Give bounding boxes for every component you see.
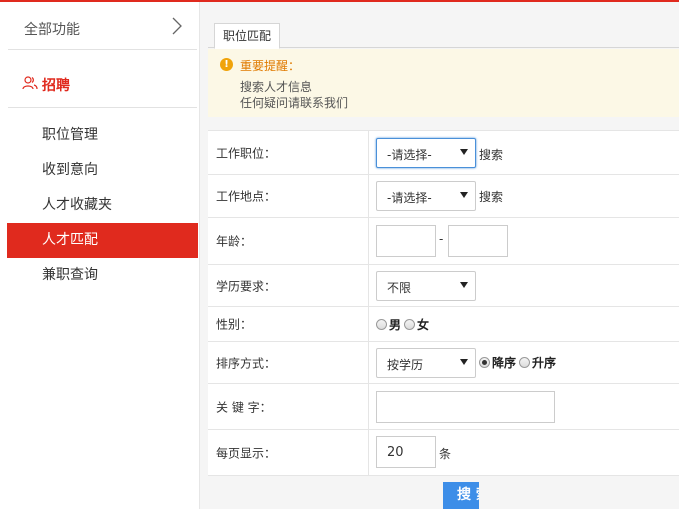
dropdown-arrow-icon [460, 359, 468, 365]
sort-select[interactable]: 按学历 [376, 348, 476, 378]
gender-male-label[interactable]: 男 [389, 316, 401, 333]
dropdown-arrow-icon [460, 282, 468, 288]
age-separator: - [439, 232, 444, 246]
search-form: 工作职位： -请选择- 搜索 工作地点： -请选择- 搜索 年龄： - 学历要求… [208, 130, 679, 476]
sort-label: 排序方式： [216, 356, 277, 370]
tab-job-matching[interactable]: 职位匹配 [214, 23, 281, 49]
sidebar-item-talent-matching[interactable]: 人才匹配 [7, 223, 198, 258]
notice-line: 任何疑问请联系我们 [240, 96, 349, 110]
per-page-unit: 条 [439, 447, 452, 461]
form-row-job: 工作职位： -请选择- 搜索 [208, 131, 679, 175]
form-row-keyword: 关 键 字： [208, 384, 679, 430]
sidebar: 全部功能 招聘 职位管理 收到意向 人才收藏夹 人才匹配 兼职查询 [0, 2, 200, 509]
sort-select-value: 按学历 [387, 358, 424, 372]
tab-bar: 职位匹配 [208, 22, 679, 49]
sidebar-item-talent-favorites[interactable]: 人才收藏夹 [7, 188, 198, 223]
warning-icon: ! [220, 58, 233, 71]
job-label: 工作职位： [216, 146, 277, 160]
dropdown-arrow-icon [460, 149, 468, 155]
search-button[interactable]: 搜 索 [443, 482, 479, 509]
sort-desc-radio[interactable] [479, 357, 490, 368]
gender-male-radio[interactable] [376, 319, 387, 330]
main-content: 职位匹配 ! 重要提醒： 搜索人才信息 任何疑问请联系我们 工作职位： -请选择… [200, 2, 679, 509]
notice-title: 重要提醒： [240, 59, 301, 73]
location-label: 工作地点： [216, 189, 277, 204]
keyword-label: 关 键 字： [216, 400, 272, 414]
sidebar-item-part-time-search[interactable]: 兼职查询 [7, 258, 198, 293]
job-select-value: -请选择- [387, 148, 432, 162]
recruit-section-title: 招聘 [42, 78, 70, 94]
sidebar-item-received-intentions[interactable]: 收到意向 [7, 153, 198, 188]
age-label: 年龄： [216, 234, 253, 249]
notice-box: ! 重要提醒： 搜索人才信息 任何疑问请联系我们 [208, 49, 679, 117]
sort-asc-label[interactable]: 升序 [532, 354, 556, 371]
form-row-gender: 性别： 男 女 [208, 307, 679, 342]
form-row-age: 年龄： - [208, 218, 679, 265]
sort-asc-radio[interactable] [519, 357, 530, 368]
form-row-education: 学历要求： 不限 [208, 265, 679, 307]
sort-desc-label[interactable]: 降序 [492, 354, 516, 371]
notice-line: 搜索人才信息 [240, 80, 313, 94]
dropdown-arrow-icon [460, 192, 468, 198]
per-page-input[interactable]: 20 [376, 436, 436, 468]
age-to-input[interactable] [448, 225, 508, 257]
chevron-right-icon [172, 17, 182, 35]
users-icon [22, 76, 38, 90]
age-from-input[interactable] [376, 225, 436, 257]
sidebar-item-job-management[interactable]: 职位管理 [7, 118, 198, 153]
location-select[interactable]: -请选择- [376, 181, 476, 211]
form-row-location: 工作地点： -请选择- 搜索 [208, 175, 679, 218]
recruit-section-header[interactable]: 招聘 [8, 60, 197, 108]
education-select-value: 不限 [387, 281, 412, 295]
keyword-input[interactable] [376, 391, 555, 423]
form-row-sort: 排序方式： 按学历 降序 升序 [208, 342, 679, 384]
education-label: 学历要求： [216, 279, 277, 293]
all-functions-label: 全部功能 [24, 22, 80, 38]
form-row-per-page: 每页显示： 20 条 [208, 430, 679, 476]
job-search-link[interactable]: 搜索 [479, 146, 503, 163]
gender-female-label[interactable]: 女 [417, 316, 429, 333]
gender-label: 性别： [216, 317, 253, 332]
per-page-label: 每页显示： [216, 446, 277, 460]
location-search-link[interactable]: 搜索 [479, 188, 503, 205]
education-select[interactable]: 不限 [376, 271, 476, 301]
sidebar-menu: 职位管理 收到意向 人才收藏夹 人才匹配 兼职查询 [7, 118, 198, 293]
location-select-value: -请选择- [387, 191, 432, 205]
all-functions-toggle[interactable]: 全部功能 [8, 6, 197, 50]
job-select[interactable]: -请选择- [376, 138, 476, 168]
gender-female-radio[interactable] [404, 319, 415, 330]
